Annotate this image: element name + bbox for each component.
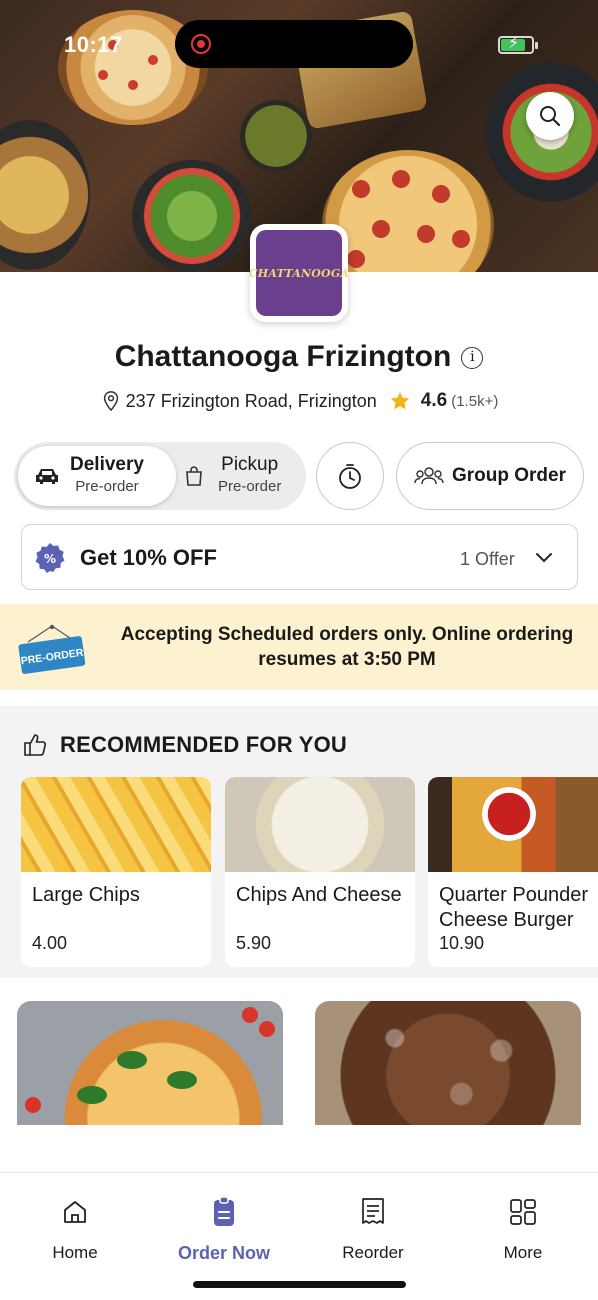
salad-image <box>132 160 252 272</box>
menu-item-price: 5.90 <box>236 933 272 953</box>
menu-item-card[interactable]: Large Chips 4.00 <box>21 777 211 967</box>
svg-text:%: % <box>44 552 56 566</box>
category-card-pizza[interactable] <box>17 1001 283 1125</box>
delivery-sublabel: Pre-order <box>75 478 139 495</box>
menu-item-name: Quarter Pounder Cheese Burger <box>439 884 588 931</box>
group-order-label: Group Order <box>451 465 566 486</box>
group-order-button[interactable]: Group Order <box>396 442 584 510</box>
delivery-option[interactable]: Delivery Pre-order <box>18 446 176 506</box>
pickup-sublabel: Pre-order <box>218 478 282 495</box>
stopwatch-icon <box>339 464 361 489</box>
offer-title: Get 10% OFF <box>80 545 217 570</box>
category-card-dessert[interactable] <box>315 1001 581 1125</box>
order-icon <box>214 1196 234 1226</box>
car-icon <box>36 469 58 484</box>
restaurant-logo: CHATTANOOGA <box>248 224 350 322</box>
restaurant-name: Chattanooga Frizington <box>114 340 452 373</box>
chevron-down-icon <box>536 553 552 563</box>
tab-home-label: Home <box>52 1243 98 1262</box>
pre-order-sign-icon: PRE-ORDER <box>18 624 86 674</box>
quarter-pounder-image <box>428 777 598 872</box>
tab-order-now-label: Order Now <box>177 1243 270 1263</box>
grid-icon <box>510 1199 536 1225</box>
schedule-button[interactable] <box>316 442 384 510</box>
rating-value: 4.6 <box>420 390 448 411</box>
tab-order-now[interactable]: Order Now <box>164 1195 284 1264</box>
info-icon[interactable]: i <box>461 347 484 370</box>
location-pin-icon <box>103 391 118 412</box>
banner-message: Accepting Scheduled orders only. Online … <box>120 624 574 670</box>
search-icon <box>540 106 561 127</box>
status-time: 10:17 <box>64 32 123 57</box>
status-bar: 10:17 ⚡ <box>0 0 598 80</box>
restaurant-name-row: Chattanooga Frizington i <box>0 340 598 374</box>
tab-home[interactable]: Home <box>15 1195 135 1263</box>
recording-icon <box>191 34 211 54</box>
star-icon <box>390 391 409 410</box>
pickup-option[interactable]: Pickup Pre-order <box>180 446 302 506</box>
dynamic-island <box>175 20 413 68</box>
chips-and-cheese-image <box>225 777 415 872</box>
order-mode-toggle: Delivery Pre-order Pickup Pre-order <box>14 442 306 510</box>
address-rating-row: 237 Frizington Road, Frizington 4.6 (1.5… <box>0 390 598 412</box>
tab-reorder-label: Reorder <box>342 1243 404 1262</box>
search-button[interactable] <box>526 92 574 140</box>
tab-more[interactable]: More <box>463 1195 583 1263</box>
menu-item-price: 4.00 <box>32 933 68 953</box>
scheduled-orders-banner: PRE-ORDER Accepting Scheduled orders onl… <box>0 604 598 690</box>
menu-item-card[interactable]: Chips And Cheese 5.90 <box>225 777 415 967</box>
restaurant-address: 237 Frizington Road, Frizington <box>125 390 377 411</box>
group-icon <box>414 467 444 485</box>
recommended-section: RECOMMENDED FOR YOU Large Chips 4.00 Chi… <box>0 706 598 978</box>
olives-image <box>240 100 312 172</box>
discount-badge-icon: % <box>35 543 65 573</box>
menu-item-name: Large Chips <box>32 884 140 906</box>
battery-icon: ⚡ <box>498 35 538 54</box>
garlic-bread-image <box>0 120 90 270</box>
shopping-bag-icon <box>186 466 202 486</box>
logo-text: CHATTANOOGA <box>248 266 350 280</box>
offer-count: 1 Offer <box>460 549 515 569</box>
home-icon <box>64 1201 86 1223</box>
thumbs-up-icon <box>24 734 47 756</box>
large-chips-image <box>21 777 211 872</box>
pickup-label: Pickup <box>221 454 279 475</box>
tab-reorder[interactable]: Reorder <box>313 1195 433 1263</box>
rating-count: (1.5k+) <box>451 392 499 410</box>
recommended-heading-row: RECOMMENDED FOR YOU <box>22 732 347 758</box>
home-indicator <box>193 1281 406 1288</box>
recommended-heading: RECOMMENDED FOR YOU <box>60 732 347 757</box>
offer-dropdown[interactable]: % Get 10% OFF 1 Offer <box>21 524 578 590</box>
menu-item-price: 10.90 <box>439 933 485 953</box>
tab-more-label: More <box>503 1243 543 1262</box>
menu-item-name: Chips And Cheese <box>236 884 402 906</box>
delivery-label: Delivery <box>70 454 144 475</box>
receipt-icon <box>362 1198 384 1224</box>
menu-item-card[interactable]: Quarter Pounder Cheese Burger 10.90 <box>428 777 598 967</box>
